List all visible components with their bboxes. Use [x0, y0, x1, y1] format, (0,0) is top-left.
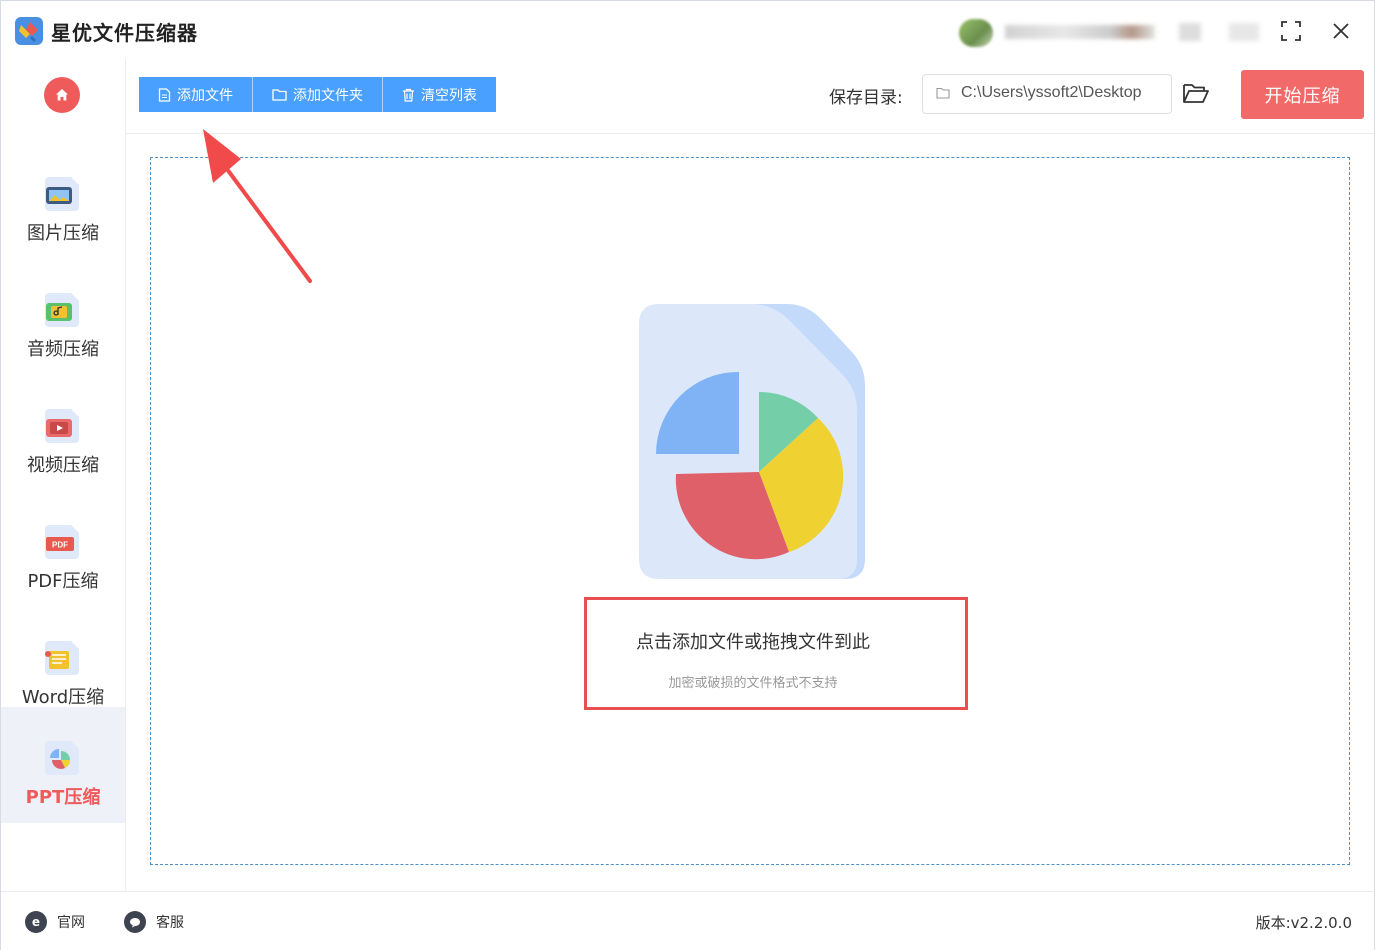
- home-button[interactable]: [44, 77, 80, 113]
- support-label: 客服: [156, 915, 184, 931]
- audio-icon: [45, 293, 79, 327]
- app-title: 星优文件压缩器: [51, 21, 198, 45]
- save-path-field[interactable]: [922, 74, 1172, 114]
- sidebar-item-pdf[interactable]: PDF PDF压缩: [1, 491, 125, 607]
- drop-instructions-highlight: 点击添加文件或拖拽文件到此 加密或破损的文件格式不支持: [584, 597, 968, 710]
- sidebar: 图片压缩 音频压缩 视频压缩 PDF PDF压缩 Word压缩 PPT压缩: [1, 59, 126, 891]
- version-text: 版本:v2.2.0.0: [1255, 914, 1352, 932]
- image-icon: [45, 177, 79, 211]
- svg-text:PDF: PDF: [52, 541, 68, 550]
- ppt-icon: [45, 741, 79, 775]
- close-icon: [1333, 23, 1349, 39]
- sidebar-item-image[interactable]: 图片压缩: [1, 143, 125, 259]
- footer: e 官网 客服 版本:v2.2.0.0: [1, 891, 1374, 950]
- folder-icon: [936, 87, 950, 99]
- drop-zone-title: 点击添加文件或拖拽文件到此: [636, 632, 870, 653]
- avatar[interactable]: [959, 19, 993, 47]
- chat-bubble-icon: [124, 911, 146, 933]
- folder-icon: [272, 89, 287, 101]
- video-icon: [45, 409, 79, 443]
- ppt-file-illustration-icon: [639, 304, 865, 579]
- file-icon: [158, 87, 171, 102]
- maximize-icon: [1281, 21, 1301, 41]
- clear-list-button[interactable]: 清空列表: [383, 77, 496, 112]
- file-drop-zone[interactable]: 点击添加文件或拖拽文件到此 加密或破损的文件格式不支持: [150, 157, 1350, 865]
- pdf-icon: PDF: [45, 525, 79, 559]
- support-link[interactable]: 客服: [124, 911, 184, 933]
- sidebar-item-word[interactable]: Word压缩: [1, 607, 125, 723]
- website-link[interactable]: e 官网: [25, 911, 85, 933]
- sidebar-item-video[interactable]: 视频压缩: [1, 375, 125, 491]
- close-button[interactable]: [1327, 17, 1355, 45]
- browse-folder-button[interactable]: [1182, 81, 1212, 111]
- start-compress-button[interactable]: 开始压缩: [1241, 70, 1364, 119]
- app-window: 星优文件压缩器 图片压缩 音频压缩 视频压缩 PDF PDF压缩 Word压缩 …: [0, 0, 1375, 950]
- sidebar-item-label: 音频压缩: [27, 339, 99, 360]
- user-account[interactable]: [959, 19, 1159, 47]
- ie-icon: e: [25, 911, 47, 933]
- sidebar-item-label: PPT压缩: [25, 787, 101, 808]
- app-logo-icon: [14, 16, 44, 46]
- open-folder-icon: [1183, 84, 1209, 103]
- sidebar-item-label: 图片压缩: [27, 223, 99, 244]
- sidebar-item-label: Word压缩: [21, 687, 105, 708]
- save-directory-label: 保存目录:: [829, 88, 903, 108]
- sidebar-item-ppt[interactable]: PPT压缩: [1, 707, 125, 823]
- save-path-input[interactable]: [961, 75, 1161, 111]
- maximize-button[interactable]: [1277, 17, 1305, 45]
- word-icon: [45, 641, 79, 675]
- user-name-blurred: [1005, 25, 1155, 39]
- add-folder-button[interactable]: 添加文件夹: [253, 77, 383, 112]
- blurred-toolbar-icons: [1179, 23, 1259, 41]
- clear-list-label: 清空列表: [421, 87, 477, 104]
- file-action-group: 添加文件 添加文件夹 清空列表: [139, 77, 496, 112]
- annotation-arrow-icon: [203, 129, 312, 283]
- add-file-label: 添加文件: [177, 87, 233, 104]
- title-bar: 星优文件压缩器: [1, 1, 1374, 59]
- drop-zone-subtitle: 加密或破损的文件格式不支持: [668, 676, 838, 691]
- website-label: 官网: [57, 915, 85, 931]
- sidebar-item-label: PDF压缩: [27, 571, 99, 592]
- trash-icon: [403, 88, 414, 102]
- add-folder-label: 添加文件夹: [293, 87, 363, 104]
- home-icon: [56, 89, 68, 101]
- add-file-button[interactable]: 添加文件: [139, 77, 253, 112]
- sidebar-item-label: 视频压缩: [27, 455, 99, 476]
- sidebar-item-audio[interactable]: 音频压缩: [1, 259, 125, 375]
